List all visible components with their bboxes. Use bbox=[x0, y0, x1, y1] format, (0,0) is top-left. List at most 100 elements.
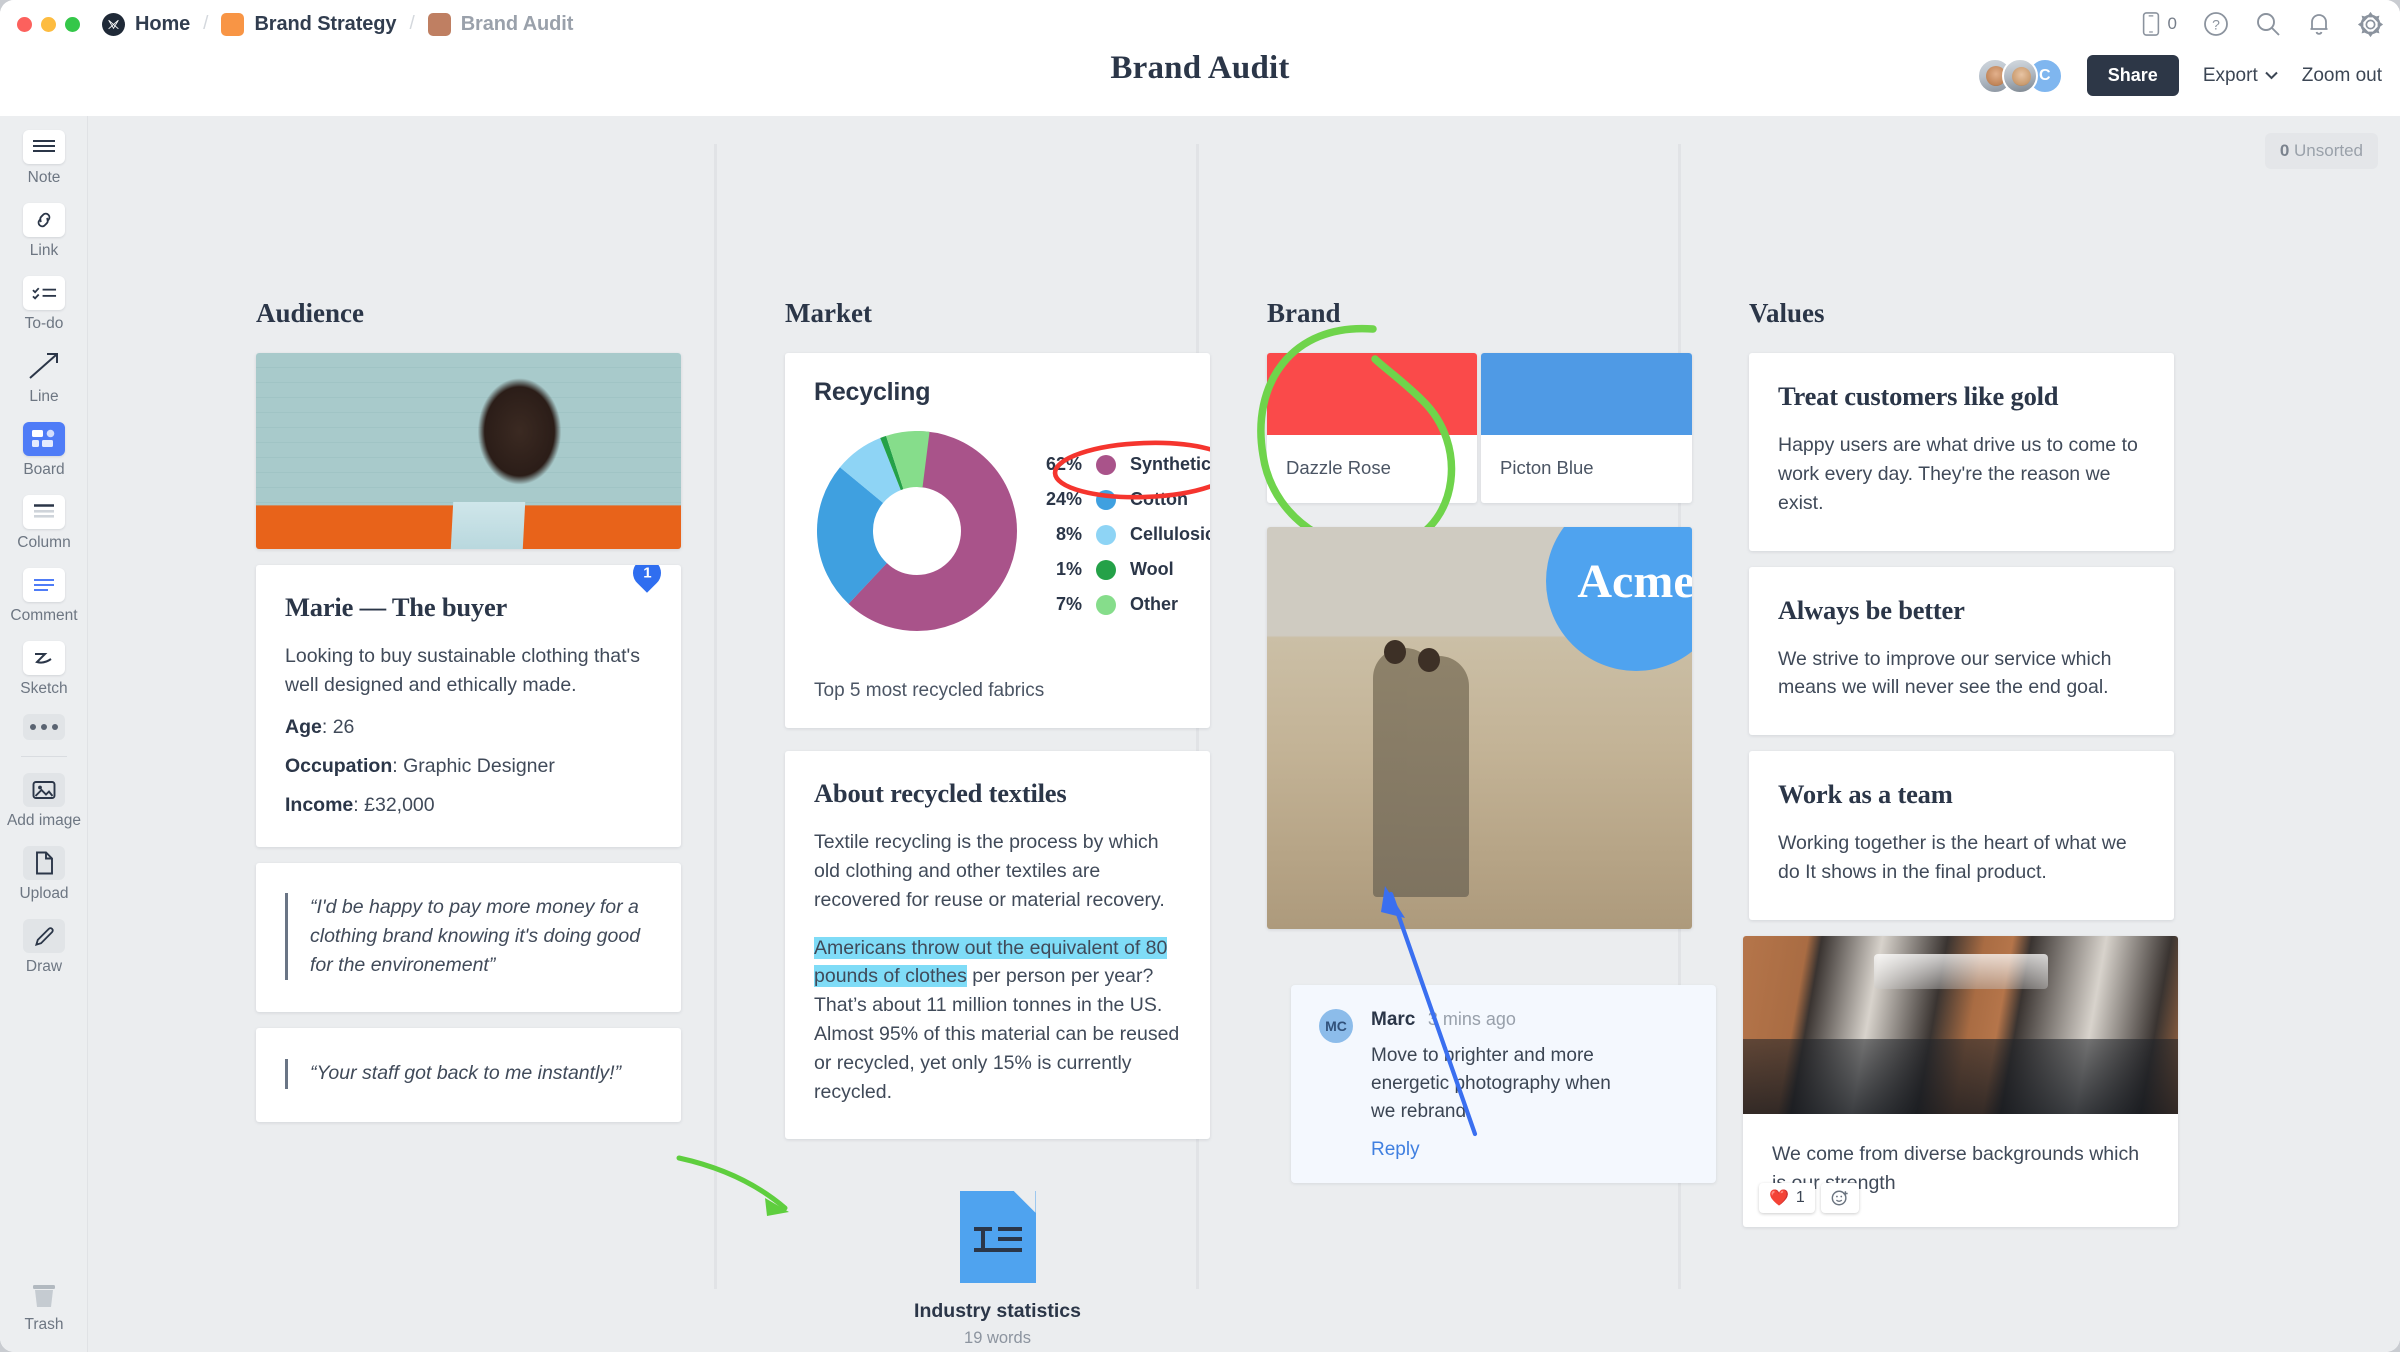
line-arrow-icon bbox=[23, 349, 65, 383]
legend-item[interactable]: 1% Wool bbox=[1040, 559, 1210, 580]
breadcrumb-item-home[interactable]: Home bbox=[102, 12, 190, 36]
file-meta: 19 words bbox=[964, 1328, 1031, 1347]
titlebar-actions: 0 ? bbox=[2141, 0, 2384, 48]
woman-in-orange-blazer-photo bbox=[256, 353, 681, 549]
legend-swatch bbox=[1096, 594, 1116, 615]
sidebar-item-add-image[interactable]: Add image bbox=[0, 773, 88, 830]
card-persona[interactable]: 1 Marie — The buyer Looking to buy susta… bbox=[256, 565, 681, 847]
sidebar-label-todo: To-do bbox=[24, 315, 64, 332]
svg-text:?: ? bbox=[2212, 17, 2220, 33]
acme-logo-text: Acme bbox=[1577, 554, 1692, 608]
persona-field-age: Age: 26 bbox=[285, 715, 355, 738]
column-title-values: Values bbox=[1749, 298, 1825, 328]
card-about-recycled-textiles[interactable]: About recycled textiles Textile recyclin… bbox=[785, 751, 1210, 1139]
share-button[interactable]: Share bbox=[2086, 55, 2179, 96]
card-quote-2[interactable]: “Your staff got back to me instantly!” bbox=[256, 1028, 681, 1122]
text-document-icon bbox=[959, 1190, 1036, 1283]
column-title-brand: Brand bbox=[1267, 298, 1341, 328]
zoom-out-button[interactable]: Zoom out bbox=[2302, 65, 2382, 87]
color-swatch-picton-blue[interactable]: Picton Blue bbox=[1481, 353, 1692, 503]
card-audience-photo[interactable] bbox=[256, 353, 681, 549]
legend-item[interactable]: 24% Cotton bbox=[1040, 489, 1210, 510]
trash-icon bbox=[23, 1277, 65, 1311]
swatch-name: Picton Blue bbox=[1500, 457, 1594, 478]
sidebar-item-line[interactable]: Line bbox=[0, 349, 88, 406]
file-name: Industry statistics bbox=[914, 1299, 1081, 1322]
sidebar-label-upload: Upload bbox=[19, 885, 69, 902]
color-swatch-dazzle-rose[interactable]: Dazzle Rose bbox=[1267, 353, 1477, 503]
add-image-icon bbox=[23, 773, 65, 807]
comment-icon bbox=[23, 568, 65, 602]
sidebar-item-link[interactable]: Link bbox=[0, 203, 88, 260]
legend-label: Cotton bbox=[1130, 489, 1188, 509]
card-value-2[interactable]: Always be better We strive to improve ou… bbox=[1749, 566, 2174, 736]
persona-description: Looking to buy sustainable clothing that… bbox=[285, 645, 640, 696]
card-value-3[interactable]: Work as a team Working together is the h… bbox=[1749, 751, 2174, 921]
card-brand-photo[interactable]: Acme bbox=[1267, 527, 1692, 929]
column-values: Values Treat customers like gold Happy u… bbox=[1743, 298, 2178, 1243]
milanote-logo-icon bbox=[102, 12, 125, 36]
sidebar-label-column: Column bbox=[17, 534, 71, 551]
help-icon[interactable]: ? bbox=[2203, 11, 2229, 37]
sidebar-label-note: Note bbox=[27, 169, 61, 186]
column-title-market: Market bbox=[785, 298, 872, 328]
swatch-color-fill bbox=[1267, 353, 1477, 435]
mobile-icon[interactable]: 0 bbox=[2141, 12, 2177, 36]
card-quote-1[interactable]: “I'd be happy to pay more money for a cl… bbox=[256, 862, 681, 1013]
minimize-window-button[interactable] bbox=[41, 16, 56, 32]
value-title: Treat customers like gold bbox=[1778, 381, 2059, 411]
window-controls[interactable] bbox=[17, 16, 80, 32]
header-actions: C Share Export Zoom out bbox=[1976, 55, 2382, 96]
sidebar-item-todo[interactable]: To-do bbox=[0, 276, 88, 333]
persona-title: Marie — The buyer bbox=[285, 592, 508, 622]
sidebar-item-upload[interactable]: Upload bbox=[0, 846, 88, 903]
legend-item[interactable]: 7% Other bbox=[1040, 594, 1210, 615]
sidebar-item-sketch[interactable]: Sketch bbox=[0, 641, 88, 698]
sidebar-label-line: Line bbox=[29, 388, 59, 405]
card-value-1[interactable]: Treat customers like gold Happy users ar… bbox=[1749, 353, 2174, 551]
todo-icon bbox=[23, 276, 65, 310]
column-icon bbox=[23, 495, 65, 529]
sidebar-item-note[interactable]: Note bbox=[0, 130, 88, 187]
breadcrumb-label-brand-strategy: Brand Strategy bbox=[254, 12, 397, 35]
breadcrumb-item-brand-strategy[interactable]: Brand Strategy bbox=[221, 12, 397, 36]
sidebar-label-sketch: Sketch bbox=[20, 680, 68, 697]
card-recycling-chart[interactable]: Recycling 62% Synthetic 24% Cotton 8% Ce… bbox=[785, 353, 1210, 728]
comment-timestamp: 3 mins ago bbox=[1427, 1009, 1516, 1029]
sidebar-item-column[interactable]: Column bbox=[0, 495, 88, 552]
sidebar-item-comment[interactable]: Comment bbox=[0, 568, 88, 625]
card-team-photo[interactable]: ❤️ 1 We come from diverse backgrounds wh… bbox=[1743, 936, 2178, 1227]
legend-item[interactable]: 8% Cellulosics bbox=[1040, 524, 1210, 545]
sidebar-divider bbox=[20, 756, 67, 757]
notifications-bell-icon[interactable] bbox=[2307, 11, 2331, 37]
comment-thread[interactable]: MC Marc 3 mins ago Move to brighter and … bbox=[1291, 985, 1716, 1184]
collaborator-avatars[interactable]: C bbox=[1976, 57, 2063, 94]
reaction-bar: ❤️ 1 bbox=[1759, 1182, 1859, 1213]
article-paragraph-1: Textile recycling is the process by whic… bbox=[814, 831, 1165, 911]
sidebar-more-options[interactable] bbox=[0, 714, 88, 740]
column-title-audience: Audience bbox=[256, 298, 364, 328]
legend-item[interactable]: 62% Synthetics bbox=[1040, 454, 1210, 475]
note-icon bbox=[23, 130, 65, 164]
recycling-donut-chart[interactable] bbox=[817, 431, 1017, 631]
reaction-count: 1 bbox=[1795, 1188, 1805, 1206]
reaction-heart[interactable]: ❤️ 1 bbox=[1759, 1182, 1815, 1213]
comment-reply-button[interactable]: Reply bbox=[1371, 1139, 1621, 1161]
sidebar-label-add-image: Add image bbox=[6, 812, 82, 829]
add-reaction-icon[interactable] bbox=[1820, 1182, 1859, 1213]
board-color-swatch bbox=[221, 12, 245, 36]
value-title: Always be better bbox=[1778, 594, 1965, 625]
sidebar-label-trash: Trash bbox=[24, 1316, 64, 1333]
board-canvas[interactable]: 0 Unsorted Audience 1 Marie — The buyer … bbox=[88, 116, 2400, 1352]
settings-gear-icon[interactable] bbox=[2357, 11, 2384, 38]
close-window-button[interactable] bbox=[17, 16, 32, 32]
export-dropdown[interactable]: Export bbox=[2203, 65, 2278, 87]
more-options-icon bbox=[23, 714, 65, 740]
maximize-window-button[interactable] bbox=[65, 16, 80, 32]
file-tile-industry-statistics[interactable]: Industry statistics 19 words bbox=[785, 1190, 1210, 1348]
breadcrumb-item-brand-audit[interactable]: Brand Audit bbox=[427, 12, 573, 36]
sidebar-item-trash[interactable]: Trash bbox=[0, 1277, 88, 1334]
sidebar-item-board[interactable]: Board bbox=[0, 422, 88, 479]
sidebar-item-draw[interactable]: Draw bbox=[0, 919, 88, 976]
search-icon[interactable] bbox=[2255, 11, 2281, 37]
